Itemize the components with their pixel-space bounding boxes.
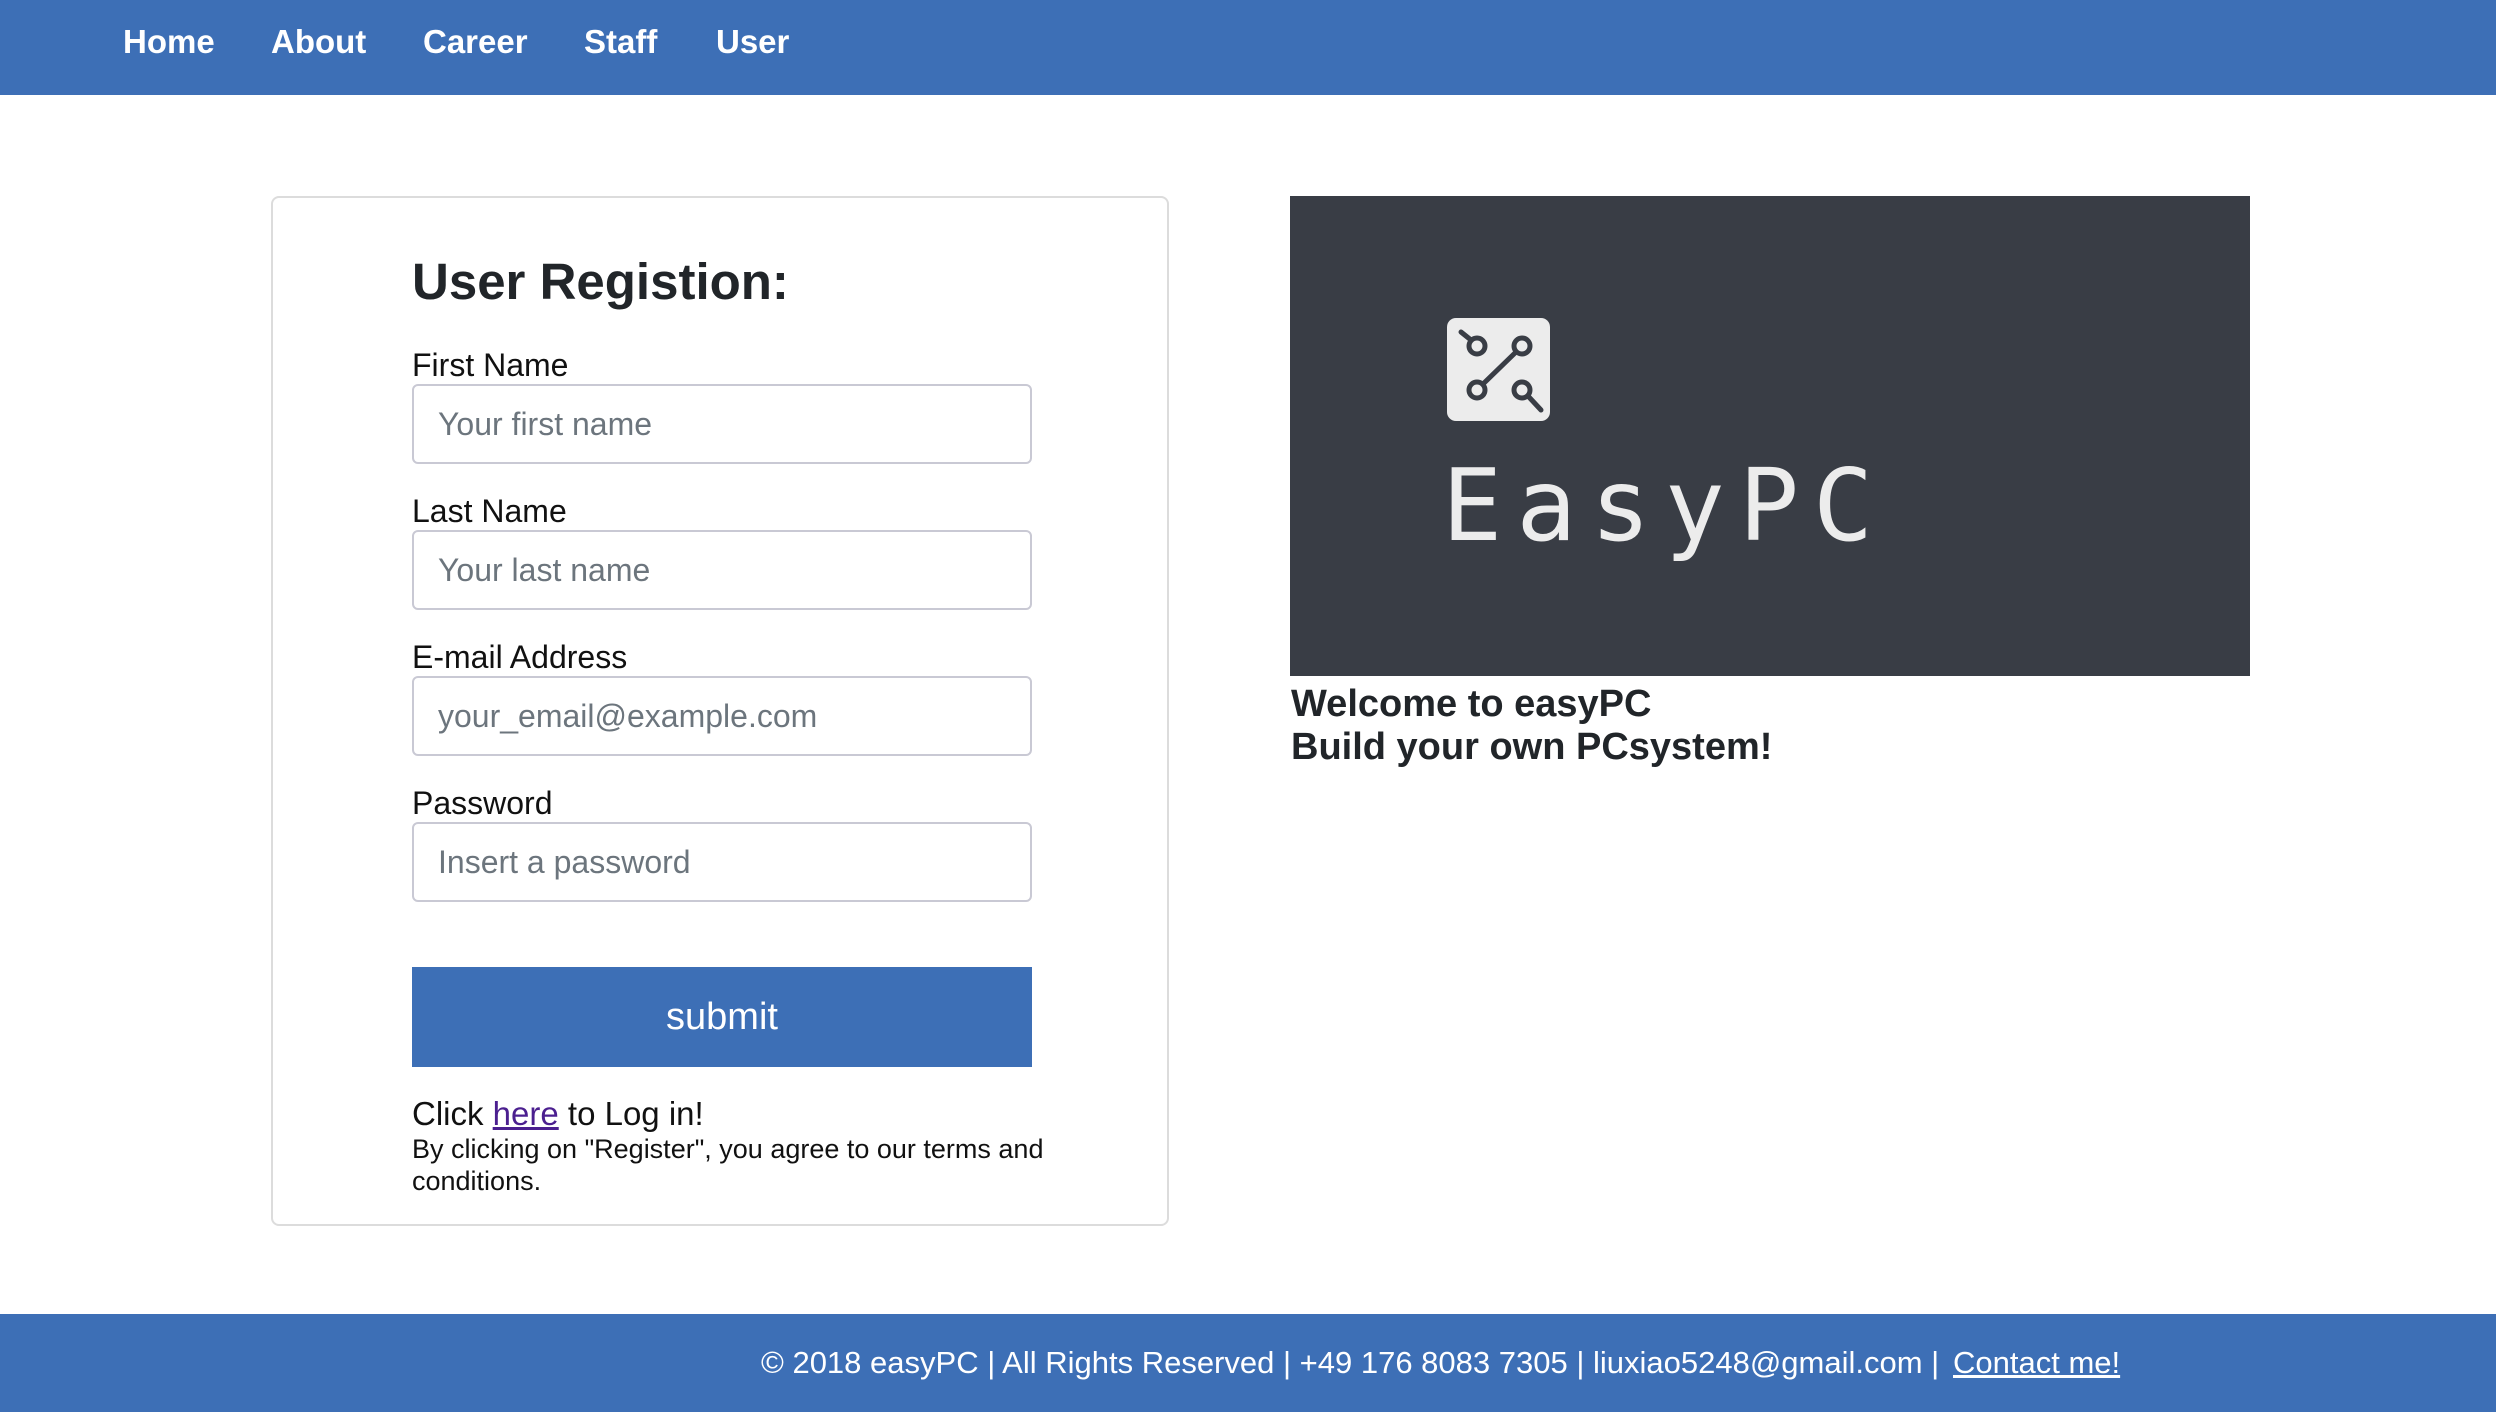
password-label: Password	[412, 785, 553, 821]
nav-staff[interactable]: Staff	[584, 22, 657, 62]
last-name-label: Last Name	[412, 493, 567, 529]
easypc-banner: EasyPC	[1290, 196, 2250, 676]
footer: © 2018 easyPC | All Rights Reserved | +4…	[0, 1314, 2496, 1412]
nav-about[interactable]: About	[271, 22, 366, 62]
nav-home[interactable]: Home	[123, 22, 215, 62]
password-input[interactable]	[412, 822, 1032, 902]
form-title: User Registion:	[412, 253, 789, 310]
registration-card: User Registion: First Name Last Name E-m…	[271, 196, 1169, 1226]
terms-notice: By clicking on "Register", you agree to …	[412, 1134, 1044, 1196]
welcome-line-2: Build your own PCsystem!	[1291, 726, 1773, 768]
easypc-logo-text: EasyPC	[1442, 447, 1888, 564]
email-input[interactable]	[412, 676, 1032, 756]
nav-user[interactable]: User	[716, 22, 789, 62]
first-name-label: First Name	[412, 347, 569, 383]
login-prompt: Click here to Log in!	[412, 1094, 704, 1134]
circuit-icon	[1447, 318, 1550, 421]
login-prefix: Click	[412, 1095, 493, 1132]
first-name-input[interactable]	[412, 384, 1032, 464]
submit-button[interactable]: submit	[412, 967, 1032, 1067]
login-link[interactable]: here	[493, 1095, 559, 1132]
contact-link[interactable]: Contact me!	[1953, 1344, 2120, 1382]
nav-career[interactable]: Career	[423, 22, 528, 62]
email-label: E-mail Address	[412, 639, 628, 675]
top-navbar: Home About Career Staff User	[0, 0, 2496, 95]
login-suffix: to Log in!	[558, 1095, 704, 1132]
last-name-input[interactable]	[412, 530, 1032, 610]
welcome-line-1: Welcome to easyPC	[1291, 683, 1652, 725]
footer-copyright: © 2018 easyPC | All Rights Reserved | +4…	[761, 1345, 1940, 1380]
welcome-message: Welcome to easyPC Build your own PCsyste…	[1291, 683, 1772, 769]
